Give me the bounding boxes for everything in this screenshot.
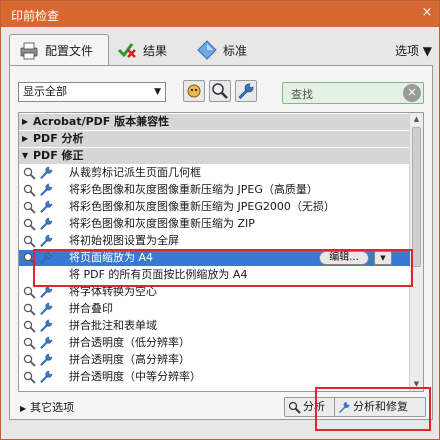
category-row[interactable]: ▼ PDF 修正 bbox=[19, 148, 410, 164]
fixup-label: 将彩色图像和灰度图像重新压缩为 JPEG2000（无损） bbox=[69, 200, 335, 213]
fixup-label: 拼合透明度（低分辨率） bbox=[69, 336, 190, 349]
highlight-box-analyze-fix bbox=[315, 387, 431, 431]
tab-label: 结果 bbox=[143, 43, 168, 58]
category-row[interactable]: ▶ PDF 分析 bbox=[19, 131, 410, 147]
magnifier-icon bbox=[212, 83, 228, 99]
title-bar: 印前检查 × bbox=[1, 1, 439, 27]
fixup-label: 将彩色图像和灰度图像重新压缩为 JPEG（高质量） bbox=[69, 183, 318, 196]
fixup-label: 将初始视图设置为全屏 bbox=[69, 234, 179, 247]
magnifier-icon bbox=[23, 337, 36, 350]
fixup-label: 拼合透明度（高分辨率） bbox=[69, 353, 190, 366]
magnifier-icon bbox=[23, 371, 36, 384]
more-options-label: 其它选项 bbox=[30, 401, 75, 414]
printer-icon bbox=[18, 41, 40, 61]
fixup-label: 拼合叠印 bbox=[69, 302, 113, 315]
expand-down-icon: ▼ bbox=[22, 151, 29, 160]
options-menu-button[interactable]: 选项 ▼ bbox=[395, 42, 432, 59]
expand-triangle-icon: ▶ bbox=[20, 404, 27, 413]
wrench-icon bbox=[238, 83, 254, 100]
fixup-row[interactable]: 拼合透明度（低分辨率） bbox=[19, 335, 410, 351]
profile-options-button[interactable] bbox=[183, 80, 205, 102]
fixup-row[interactable]: 从裁剪标记派生页面几何框 bbox=[19, 165, 410, 181]
fixup-label: 从裁剪标记派生页面几何框 bbox=[69, 166, 201, 179]
filter-value: 显示全部 bbox=[23, 85, 67, 98]
fixup-label: 拼合透明度（中等分辨率） bbox=[69, 370, 201, 383]
fixup-label: 拼合批注和表单域 bbox=[69, 319, 157, 332]
expand-right-icon: ▶ bbox=[22, 134, 29, 143]
magnifier-icon bbox=[23, 235, 36, 248]
fixup-label: 将彩色图像和灰度图像重新压缩为 ZIP bbox=[69, 217, 255, 230]
panel-toolbar: 显示全部 ▼ 查找 ✕ bbox=[10, 66, 432, 112]
profiles-panel: 显示全部 ▼ 查找 ✕ ▲ ▼ ▶ Acrobat/PDF 版本兼容性 ▶ PD… bbox=[9, 65, 433, 420]
tab-bar: 配置文件 结果 标准 选项 ▼ bbox=[6, 34, 436, 66]
magnifier-icon bbox=[23, 218, 36, 231]
clear-search-icon[interactable]: ✕ bbox=[403, 84, 421, 102]
wrench-icon bbox=[40, 370, 53, 384]
preflight-window: 印前检查 × 配置文件 结果 标准 选项 ▼ 显示全部 ▼ 查找 ✕ ▲ ▼ ▶… bbox=[0, 0, 440, 440]
magnifier-icon bbox=[288, 401, 301, 414]
expand-right-icon: ▶ bbox=[22, 117, 29, 126]
wrench-icon bbox=[40, 234, 53, 248]
category-label: Acrobat/PDF 版本兼容性 bbox=[33, 115, 170, 128]
fixup-row[interactable]: 将彩色图像和灰度图像重新压缩为 JPEG2000（无损） bbox=[19, 199, 410, 215]
magnifier-icon bbox=[23, 167, 36, 180]
diamond-icon bbox=[196, 40, 218, 60]
profile-icon bbox=[187, 84, 201, 98]
wrench-icon bbox=[40, 302, 53, 316]
magnifier-icon bbox=[23, 303, 36, 316]
tab-profiles[interactable]: 配置文件 bbox=[9, 34, 109, 66]
wrench-icon bbox=[40, 200, 53, 214]
tab-label: 配置文件 bbox=[45, 44, 94, 58]
fixup-row[interactable]: 拼合透明度（高分辨率） bbox=[19, 352, 410, 368]
search-placeholder: 查找 bbox=[291, 88, 313, 101]
category-label: PDF 分析 bbox=[33, 132, 84, 145]
wrench-icon bbox=[40, 183, 53, 197]
tab-label: 标准 bbox=[223, 43, 248, 58]
magnifier-icon bbox=[23, 201, 36, 214]
magnifier-icon bbox=[23, 354, 36, 367]
scroll-thumb[interactable] bbox=[412, 127, 421, 267]
tab-results[interactable]: 结果 bbox=[116, 34, 186, 66]
magnifier-icon bbox=[23, 286, 36, 299]
fixup-row[interactable]: 将彩色图像和灰度图像重新压缩为 JPEG（高质量） bbox=[19, 182, 410, 198]
highlight-box-selected-fixup bbox=[33, 249, 413, 287]
window-title: 印前检查 bbox=[11, 9, 60, 23]
category-label: PDF 修正 bbox=[33, 149, 84, 162]
inspect-button[interactable] bbox=[209, 80, 231, 102]
wrench-icon bbox=[40, 319, 53, 333]
tab-standards[interactable]: 标准 bbox=[196, 34, 266, 66]
check-cross-icon bbox=[116, 40, 138, 60]
more-options-toggle[interactable]: ▶ 其它选项 bbox=[20, 399, 74, 415]
magnifier-icon bbox=[23, 320, 36, 333]
close-icon[interactable]: × bbox=[419, 5, 435, 21]
wrench-icon bbox=[40, 285, 53, 299]
fixup-row[interactable]: 拼合叠印 bbox=[19, 301, 410, 317]
filter-dropdown[interactable]: 显示全部 ▼ bbox=[18, 82, 166, 102]
wrench-icon bbox=[40, 336, 53, 350]
scroll-up-icon[interactable]: ▲ bbox=[410, 113, 423, 126]
fixups-button[interactable] bbox=[235, 80, 257, 102]
fixup-row[interactable]: 将彩色图像和灰度图像重新压缩为 ZIP bbox=[19, 216, 410, 232]
wrench-icon bbox=[40, 353, 53, 367]
category-row[interactable]: ▶ Acrobat/PDF 版本兼容性 bbox=[19, 114, 410, 130]
fixup-row[interactable]: 拼合透明度（中等分辨率） bbox=[19, 369, 410, 385]
fixup-row[interactable]: 将初始视图设置为全屏 bbox=[19, 233, 410, 249]
magnifier-icon bbox=[23, 184, 36, 197]
fixup-row[interactable]: 拼合批注和表单域 bbox=[19, 318, 410, 334]
wrench-icon bbox=[40, 217, 53, 231]
wrench-icon bbox=[40, 166, 53, 180]
search-input[interactable]: 查找 ✕ bbox=[282, 82, 424, 104]
chevron-down-icon: ▼ bbox=[154, 87, 161, 97]
